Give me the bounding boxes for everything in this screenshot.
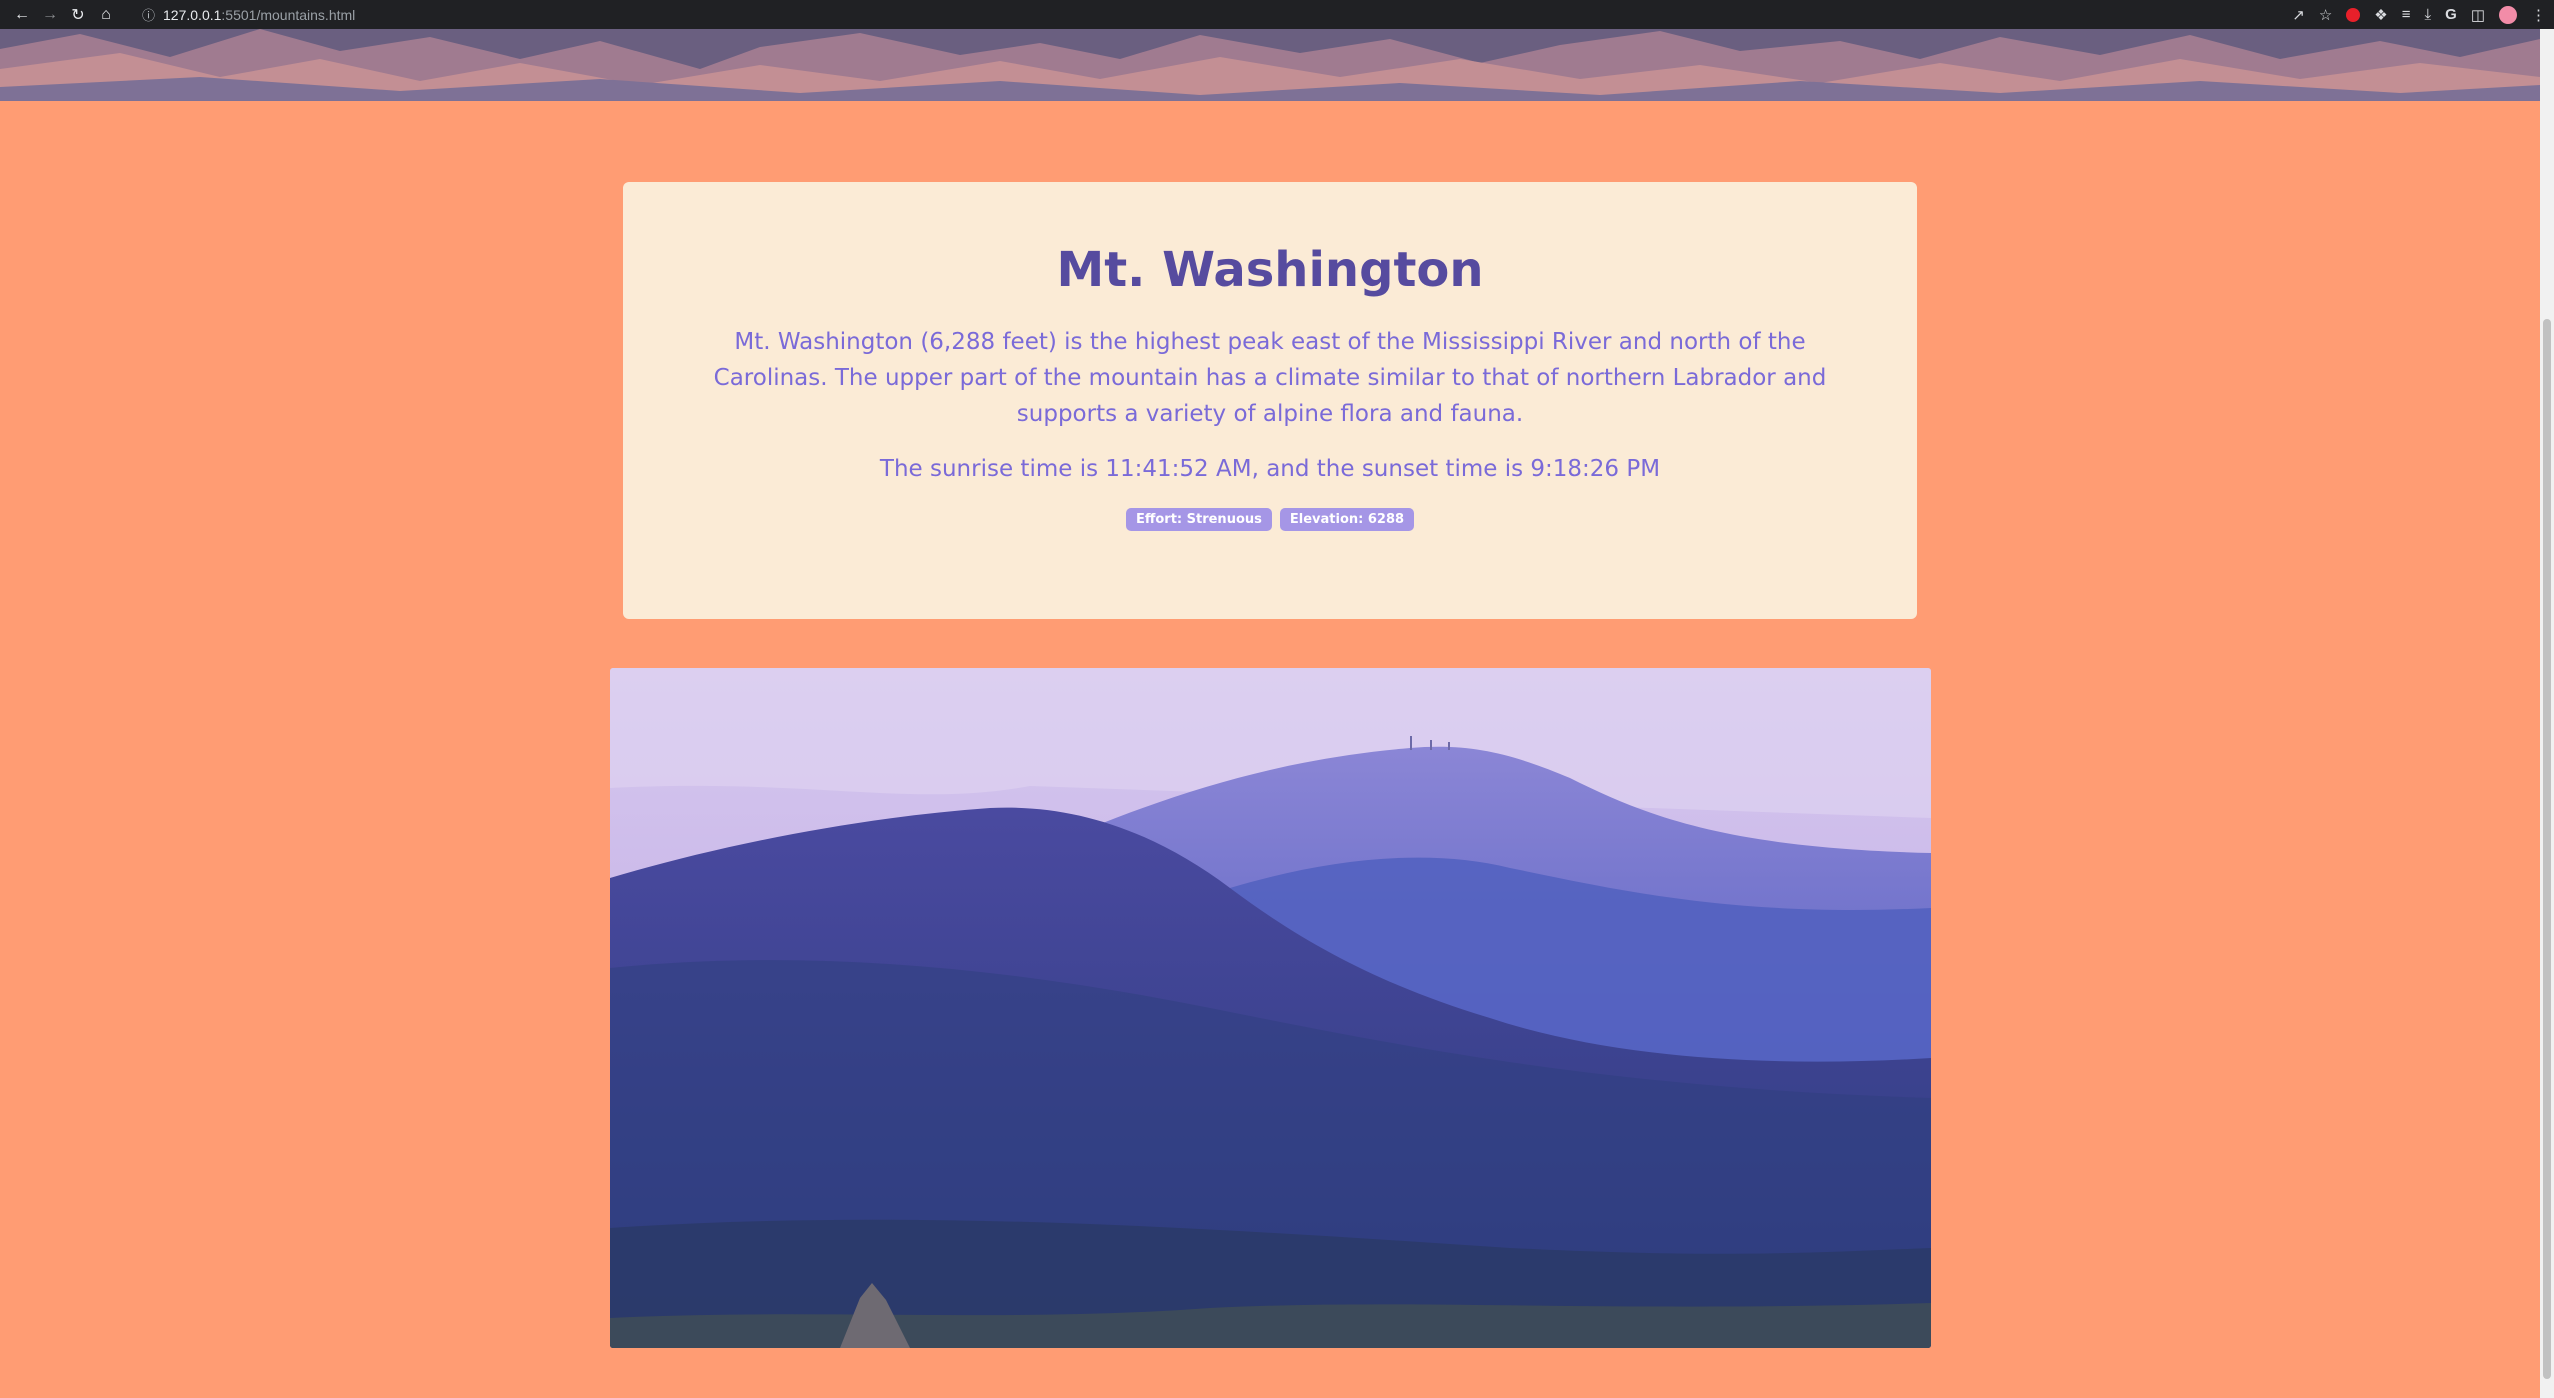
mountain-image [610, 668, 1931, 1348]
back-icon[interactable]: ← [8, 2, 36, 28]
reload-icon[interactable]: ↻ [64, 2, 92, 28]
scrollbar-thumb[interactable] [2543, 319, 2551, 1379]
elevation-badge: Elevation: 6288 [1279, 508, 1415, 531]
menu-icon[interactable]: ⋮ [2531, 6, 2546, 24]
url-host: 127.0.0.1 [163, 6, 222, 23]
sun-times: The sunrise time is 11:41:52 AM, and the… [879, 456, 1661, 482]
share-icon[interactable]: ↗ [2292, 6, 2305, 24]
url-path: :5501/mountains.html [221, 6, 356, 23]
reading-list-icon[interactable]: ≡ [2402, 6, 2411, 23]
effort-badge: Effort: Strenuous [1125, 508, 1272, 531]
forward-icon[interactable]: → [36, 2, 64, 28]
mountain-info-card: Mt. Washington Mt. Washington (6,288 fee… [623, 182, 1917, 619]
browser-actions: ↗ ☆ ❖ ≡ ⤓ G ◫ ⋮ [2292, 0, 2546, 29]
address-bar[interactable]: ⓘ 127.0.0.1 :5501/mountains.html [142, 4, 355, 26]
home-icon[interactable]: ⌂ [92, 2, 120, 28]
extension-record-icon[interactable] [2346, 7, 2361, 22]
mountain-title: Mt. Washington [1056, 242, 1484, 298]
sidebar-icon[interactable]: ◫ [2471, 6, 2485, 24]
info-icon[interactable]: ⓘ [142, 5, 155, 24]
page-scrollbar[interactable] [2540, 29, 2554, 1398]
download-icon[interactable]: ⤓ [2425, 6, 2432, 23]
browser-toolbar: ← → ↻ ⌂ ⓘ 127.0.0.1 :5501/mountains.html… [0, 0, 2554, 29]
mountain-photo [610, 668, 1931, 1348]
puzzle-icon[interactable]: ❖ [2374, 6, 2387, 24]
star-icon[interactable]: ☆ [2319, 6, 2332, 24]
google-icon[interactable]: G [2445, 6, 2457, 23]
mountain-description: Mt. Washington (6,288 feet) is the highe… [713, 329, 1827, 427]
browser-nav: ← → ↻ ⌂ [8, 2, 120, 28]
badge-row: Effort: Strenuous Elevation: 6288 [683, 508, 1857, 531]
avatar[interactable] [2499, 5, 2517, 24]
header-banner [0, 29, 2540, 101]
mountain-banner-image [0, 29, 2540, 101]
